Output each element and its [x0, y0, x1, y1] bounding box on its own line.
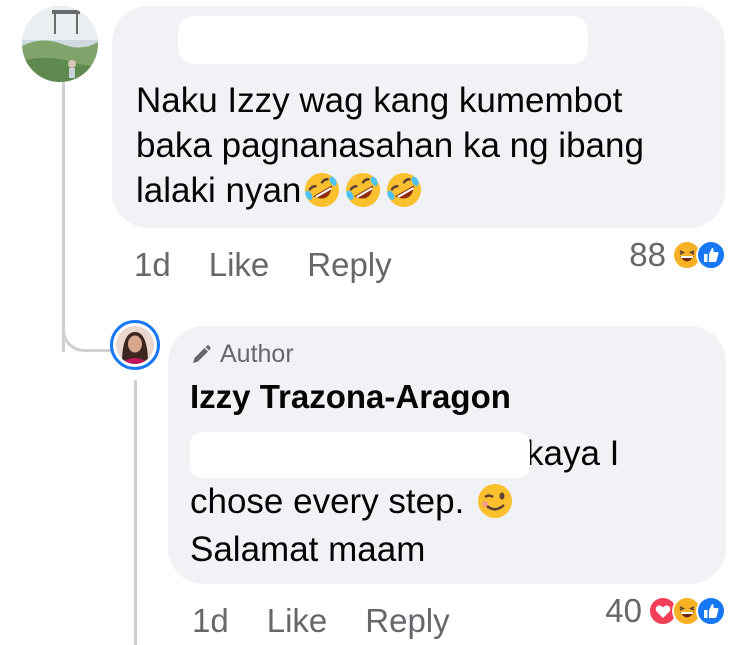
- reply-actions: 1d Like Reply: [192, 602, 488, 640]
- reaction-summary[interactable]: 88: [629, 236, 726, 274]
- reply-line: Salamat maam: [190, 530, 426, 569]
- commenter-avatar[interactable]: [22, 6, 98, 82]
- comment-line: baka pagnanasahan ka ng ibang: [136, 126, 644, 165]
- reply-thread-line: [134, 380, 137, 645]
- author-badge: Author: [190, 340, 294, 369]
- comment-actions: 1d Like Reply: [134, 246, 430, 284]
- redacted-name: [178, 16, 588, 64]
- reply-button[interactable]: Reply: [365, 602, 449, 640]
- author-tag-label: Author: [220, 340, 294, 368]
- winking-face-icon: [478, 484, 513, 518]
- comment-timestamp[interactable]: 1d: [134, 246, 171, 284]
- reply-timestamp[interactable]: 1d: [192, 602, 229, 640]
- author-name[interactable]: Izzy Trazona-Aragon: [190, 378, 511, 416]
- reaction-count: 40: [605, 592, 642, 629]
- like-button[interactable]: Like: [267, 602, 328, 640]
- pencil-icon: [193, 344, 211, 363]
- comment-line-3: lalaki nyan: [136, 168, 716, 213]
- reply-line-2: chose every step.: [190, 478, 619, 526]
- thread-connector: [62, 300, 116, 352]
- author-avatar[interactable]: [110, 320, 160, 370]
- comment-line: Naku Izzy wag kang kumembot: [136, 81, 623, 120]
- like-icon: [696, 596, 726, 626]
- reaction-summary[interactable]: 40: [605, 592, 726, 630]
- reaction-count: 88: [629, 236, 666, 273]
- comment-bubble: Naku Izzy wag kang kumembot baka pagnana…: [112, 6, 725, 228]
- like-icon: [696, 240, 726, 270]
- like-button[interactable]: Like: [209, 246, 270, 284]
- comment-text: Naku Izzy wag kang kumembot baka pagnana…: [136, 78, 716, 213]
- redacted-mention: [190, 432, 530, 478]
- rolling-on-floor-laughing-icon: [305, 173, 340, 207]
- rolling-on-floor-laughing-icon: [387, 173, 422, 207]
- reply-button[interactable]: Reply: [307, 246, 391, 284]
- rolling-on-floor-laughing-icon: [346, 173, 381, 207]
